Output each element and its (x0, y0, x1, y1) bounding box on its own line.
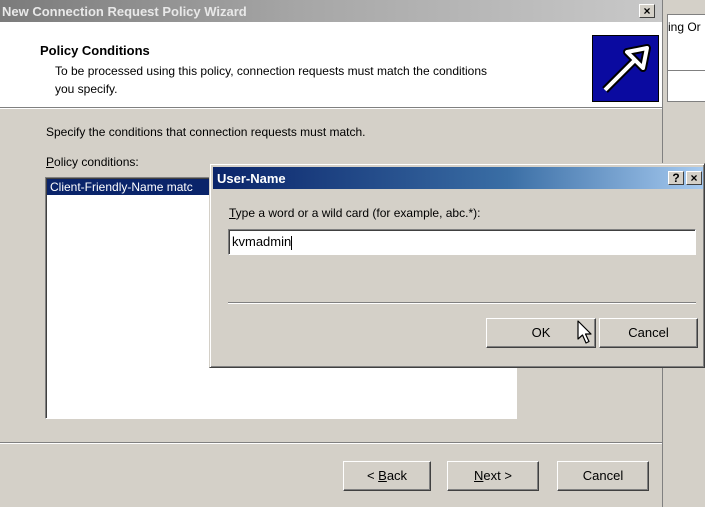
wizard-cancel-button[interactable]: Cancel (557, 461, 649, 491)
specify-conditions-text: Specify the conditions that connection r… (46, 125, 366, 139)
header-subtitle-line1: To be processed using this policy, conne… (55, 64, 488, 78)
header-subtitle-line2: you specify. (55, 82, 118, 96)
dialog-titlebar[interactable]: User-Name ? × (213, 167, 703, 189)
wizard-close-button[interactable]: × (639, 4, 655, 18)
close-icon: × (643, 4, 651, 18)
dialog-prompt: Type a word or a wild card (for example,… (229, 206, 481, 220)
background-divider (667, 70, 705, 71)
wizard-arrow-icon (592, 35, 659, 102)
next-button[interactable]: Next > (447, 461, 539, 491)
user-name-dialog: User-Name ? × Type a word or a wild card… (209, 163, 705, 368)
wizard-title: New Connection Request Policy Wizard (2, 4, 247, 19)
dialog-help-button[interactable]: ? (668, 171, 684, 185)
close-icon: × (690, 171, 698, 185)
header-title: Policy Conditions (40, 43, 150, 58)
text-caret (291, 235, 293, 250)
user-name-input[interactable]: kvmadmin (228, 229, 696, 255)
back-button[interactable]: < Back (343, 461, 431, 491)
dialog-close-button[interactable]: × (686, 171, 702, 185)
background-column-text: ing Or (668, 20, 701, 34)
mouse-pointer-icon (577, 320, 592, 344)
wizard-header: Policy Conditions To be processed using … (0, 22, 662, 107)
dialog-title: User-Name (217, 171, 286, 186)
policy-conditions-label: Policy conditions: (46, 155, 139, 169)
wizard-titlebar[interactable]: New Connection Request Policy Wizard × (0, 0, 662, 22)
user-name-value: kvmadmin (232, 234, 292, 249)
list-item[interactable]: Client-Friendly-Name matc (47, 179, 217, 195)
help-icon: ? (672, 171, 680, 185)
dialog-cancel-button[interactable]: Cancel (599, 318, 698, 348)
